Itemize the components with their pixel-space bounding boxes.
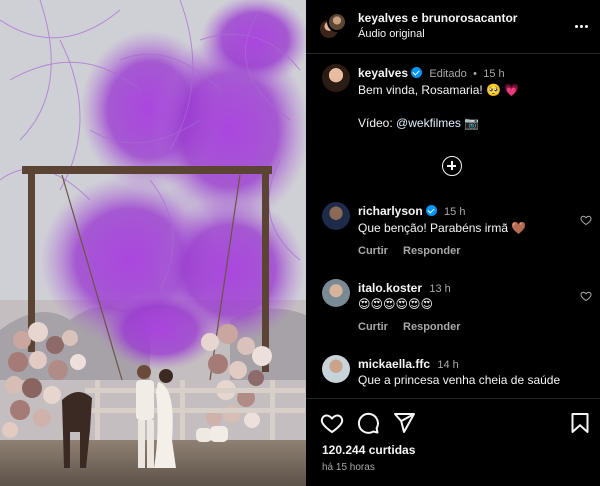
comment-header: richarlyson 15 h: [358, 204, 465, 218]
comment-actions: Curtir Responder: [358, 321, 472, 333]
heart-icon[interactable]: [320, 411, 344, 435]
edited-label: Editado: [429, 68, 467, 80]
heart-icon[interactable]: [580, 290, 592, 302]
comment-actions: Curtir Responder: [358, 245, 472, 257]
separator-dot: •: [473, 68, 477, 80]
post-timestamp[interactable]: há 15 horas: [322, 462, 375, 473]
audio-label[interactable]: Áudio original: [358, 28, 425, 40]
authors-connector: e: [411, 11, 419, 25]
avatar[interactable]: [327, 12, 347, 32]
post-footer: 120.244 curtidas há 15 horas: [306, 398, 600, 486]
comment-icon[interactable]: [356, 411, 380, 435]
comment-time[interactable]: 15 h: [444, 206, 465, 218]
likes-count[interactable]: 120.244 curtidas: [322, 443, 415, 457]
mention-link[interactable]: @wekfilmes: [396, 116, 461, 130]
comment-header: mickaella.ffc 14 h: [358, 357, 459, 371]
comment-username[interactable]: italo.koster: [358, 281, 422, 295]
bookmark-icon[interactable]: [568, 411, 592, 435]
comment-header: italo.koster 13 h: [358, 281, 451, 295]
camera-icon: 📷: [464, 116, 480, 130]
heart-icon[interactable]: [580, 214, 592, 226]
caption-text: Bem vinda, Rosamaria! 🥺 💗: [358, 83, 520, 97]
avatar[interactable]: [322, 279, 350, 307]
collab-avatars[interactable]: [318, 12, 347, 40]
author-link[interactable]: brunorosacantor: [421, 11, 517, 25]
add-circle-icon[interactable]: [442, 156, 462, 176]
post-authors: keyalves e brunorosacantor: [358, 11, 517, 25]
avatar[interactable]: [322, 355, 350, 383]
avatar[interactable]: [322, 64, 350, 92]
like-comment-button[interactable]: Curtir: [358, 321, 388, 333]
post-media[interactable]: [0, 0, 306, 486]
gender-reveal-photo: [0, 0, 306, 486]
comment-username[interactable]: mickaella.ffc: [358, 357, 430, 371]
comment-text: 😍😍😍😍😍😍: [358, 297, 434, 311]
comment-text: Que a princesa venha cheia de saúde: [358, 373, 561, 387]
comment-username[interactable]: richarlyson: [358, 204, 423, 218]
verified-icon: [425, 205, 437, 216]
caption-credit: Vídeo: @wekfilmes 📷: [358, 116, 479, 130]
author-link[interactable]: keyalves: [358, 11, 408, 25]
comment-text: Que benção! Parabéns irmã 🤎: [358, 221, 527, 235]
caption-username[interactable]: keyalves: [358, 66, 408, 80]
like-comment-button[interactable]: Curtir: [358, 245, 388, 257]
share-icon[interactable]: [392, 411, 416, 435]
avatar[interactable]: [322, 202, 350, 230]
reply-button[interactable]: Responder: [403, 321, 460, 333]
reply-button[interactable]: Responder: [403, 245, 460, 257]
caption-header: keyalves Editado • 15 h: [358, 66, 505, 80]
post-header: keyalves e brunorosacantor Áudio origina…: [306, 0, 600, 54]
verified-icon: [411, 67, 423, 78]
comment-time[interactable]: 14 h: [437, 359, 458, 371]
more-options-icon[interactable]: [570, 16, 592, 36]
post-side-panel: keyalves e brunorosacantor Áudio origina…: [306, 0, 600, 486]
comment-time[interactable]: 13 h: [429, 283, 450, 295]
video-label: Vídeo:: [358, 116, 393, 130]
caption-time[interactable]: 15 h: [483, 68, 504, 80]
